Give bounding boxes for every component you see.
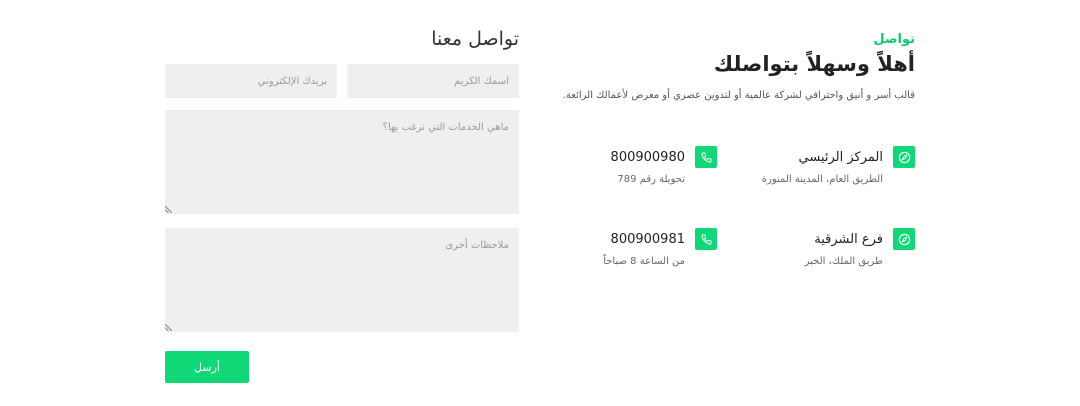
location-subtitle: الطريق العام، المدينة المنورة [761,174,883,185]
resize-grip-icon[interactable] [165,324,172,331]
phone-icon [695,146,717,168]
section-eyebrow: تواصل [873,32,915,47]
phone-number[interactable]: 800900980 [611,150,685,165]
location-title: المركز الرئيسي [798,149,883,165]
location-east: فرع الشرقية طريق الملك، الخبر [805,228,915,267]
form-title: تواصل معنا [431,28,519,50]
phone-east: 800900981 من الساعة 8 صباحاً [603,228,717,267]
phone-number[interactable]: 800900981 [611,232,685,247]
phone-main: 800900980 تحويلة رقم 789 [611,146,717,185]
phone-icon [695,228,717,250]
compass-icon [893,228,915,250]
location-title: فرع الشرقية [814,231,883,247]
section-description: قالب أسر و أنيق واحترافي لشركة عالمية أو… [562,90,915,101]
resize-grip-icon[interactable] [165,206,172,213]
name-input[interactable] [347,64,519,98]
contact-section: تواصل أهلاً وسهلاً بتواصلك قالب أسر و أن… [0,0,1080,406]
compass-icon [893,146,915,168]
phone-subtitle: من الساعة 8 صباحاً [603,256,685,267]
phone-subtitle: تحويلة رقم 789 [617,174,685,185]
services-textarea[interactable] [165,110,519,214]
location-main: المركز الرئيسي الطريق العام، المدينة الم… [762,146,915,185]
email-input[interactable] [165,64,337,98]
submit-button[interactable]: أرسل [165,351,249,383]
notes-textarea[interactable] [165,228,519,332]
section-title: أهلاً وسهلاً بتواصلك [713,52,915,76]
location-subtitle: طريق الملك، الخبر [804,256,883,267]
